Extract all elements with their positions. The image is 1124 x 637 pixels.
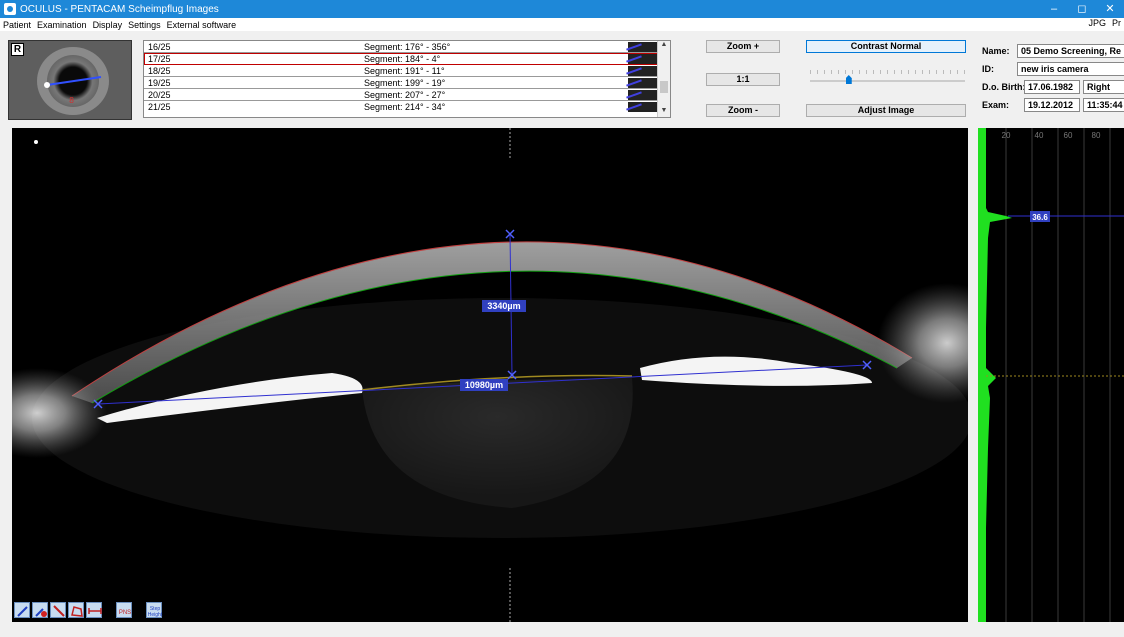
measurement-toolbar: PNS Step Height	[14, 602, 163, 618]
window-controls: – ◻ ✕	[1040, 0, 1124, 18]
polygon-tool-icon[interactable]	[68, 602, 84, 618]
line-tool-icon[interactable]	[50, 602, 66, 618]
segment-row-17[interactable]: 17/25 Segment: 184° - 4°	[144, 53, 658, 65]
menu-patient[interactable]: Patient	[0, 20, 34, 30]
exam-time-field: 11:35:44	[1083, 98, 1124, 112]
app-logo-icon	[4, 3, 16, 15]
density-tick-20: 20	[1002, 131, 1011, 140]
segment-scrollbar[interactable]: ▲ ▼	[657, 41, 670, 117]
density-tick-80: 80	[1092, 131, 1101, 140]
segment-label: Segment: 207° - 27°	[364, 89, 446, 100]
title-bar: OCULUS - PENTACAM Scheimpflug Images – ◻…	[0, 0, 1124, 18]
segment-row-20[interactable]: 20/25 Segment: 207° - 27°	[144, 89, 658, 101]
patient-name-row: Name: 05 Demo Screening, Re	[980, 43, 1124, 59]
segment-row-21[interactable]: 21/25 Segment: 214° - 34°	[144, 101, 658, 113]
menu-external-software[interactable]: External software	[164, 20, 240, 30]
menu-display[interactable]: Display	[90, 20, 126, 30]
minimize-button[interactable]: –	[1040, 0, 1068, 18]
adjust-image-button[interactable]: Adjust Image	[806, 104, 966, 117]
eye-thumbnail[interactable]: 8 R	[8, 40, 132, 120]
segment-label: Segment: 191° - 11°	[364, 65, 445, 76]
svg-text:8: 8	[69, 96, 74, 105]
name-label: Name:	[982, 46, 1010, 56]
menu-examination[interactable]: Examination	[34, 20, 90, 30]
exam-label: Exam:	[982, 100, 1010, 110]
segment-number: 21/25	[148, 102, 171, 112]
slider-ticks	[810, 70, 965, 74]
window-title: OCULUS - PENTACAM Scheimpflug Images	[20, 3, 219, 15]
segment-number: 20/25	[148, 89, 171, 100]
segment-number: 17/25	[148, 53, 171, 64]
menu-jpg[interactable]: JPG	[1085, 18, 1109, 28]
segment-number: 19/25	[148, 77, 171, 88]
menu-print[interactable]: Pr	[1109, 18, 1124, 28]
density-tick-60: 60	[1064, 131, 1073, 140]
pen-tool-icon[interactable]	[14, 602, 30, 618]
segment-row-19[interactable]: 19/25 Segment: 199° - 19°	[144, 77, 658, 89]
maximize-button[interactable]: ◻	[1068, 0, 1096, 18]
segment-label: Segment: 184° - 4°	[364, 53, 441, 64]
segment-row-18[interactable]: 18/25 Segment: 191° - 11°	[144, 65, 658, 77]
exam-row: Exam: 19.12.2012 11:35:44	[980, 97, 1124, 113]
eye-side-field: Right	[1083, 80, 1124, 94]
step-height-icon[interactable]: Step Height	[146, 602, 163, 618]
contrast-slider[interactable]	[810, 68, 965, 88]
zoom-out-button[interactable]: Zoom -	[706, 104, 780, 117]
zoom-reset-button[interactable]: 1:1	[706, 73, 780, 86]
eye-image-icon: 8	[9, 41, 131, 119]
id-label: ID:	[982, 64, 994, 74]
pns-tool-icon[interactable]: PNS	[116, 602, 132, 618]
patient-name-field: 05 Demo Screening, Re	[1017, 44, 1124, 58]
menu-settings[interactable]: Settings	[125, 20, 164, 30]
eye-side-label: R	[11, 43, 24, 56]
distance-tool-icon[interactable]	[86, 602, 102, 618]
segment-list[interactable]: 16/25 Segment: 176° - 356° 17/25 Segment…	[143, 40, 671, 118]
segment-number: 16/25	[148, 41, 171, 52]
scheimpflug-image-viewer[interactable]: 3340µm 10980µm	[12, 128, 968, 622]
close-button[interactable]: ✕	[1096, 0, 1124, 18]
svg-text:PNS: PNS	[119, 610, 131, 616]
depth-measurement: 3340µm	[487, 301, 520, 311]
segment-row-16[interactable]: 16/25 Segment: 176° - 356°	[144, 41, 658, 53]
patient-id-row: ID: new iris camera	[980, 61, 1124, 77]
segment-label: Segment: 199° - 19°	[364, 77, 446, 88]
contrast-normal-button[interactable]: Contrast Normal	[806, 40, 966, 53]
slider-track	[810, 80, 965, 82]
scroll-up-icon[interactable]: ▲	[658, 41, 670, 51]
scroll-thumb[interactable]	[660, 81, 668, 93]
patient-dob-row: D.o. Birth: 17.06.1982 Right	[980, 79, 1124, 95]
menu-bar: Patient Examination Display Settings Ext…	[0, 18, 1124, 31]
patient-info-panel: Name: 05 Demo Screening, Re ID: new iris…	[980, 40, 1124, 120]
density-profile-panel: 20 40 60 80 36.6	[978, 128, 1124, 622]
patient-id-field: new iris camera	[1017, 62, 1124, 76]
delete-tool-icon[interactable]	[32, 602, 48, 618]
status-bar	[0, 624, 1124, 637]
patient-dob-field: 17.06.1982	[1024, 80, 1080, 94]
dob-label: D.o. Birth:	[982, 82, 1026, 92]
scheimpflug-image: 3340µm 10980µm	[12, 128, 968, 622]
width-measurement: 10980µm	[465, 380, 503, 390]
slider-handle[interactable]	[845, 75, 852, 84]
zoom-in-button[interactable]: Zoom +	[706, 40, 780, 53]
segment-label: Segment: 214° - 34°	[364, 102, 446, 112]
scroll-down-icon[interactable]: ▼	[658, 107, 670, 117]
density-peak-value: 36.6	[1032, 213, 1048, 222]
exam-date-field: 19.12.2012	[1024, 98, 1080, 112]
svg-text:Height: Height	[148, 612, 163, 618]
density-tick-40: 40	[1035, 131, 1044, 140]
segment-number: 18/25	[148, 65, 171, 76]
density-profile: 20 40 60 80 36.6	[978, 128, 1124, 622]
segment-label: Segment: 176° - 356°	[364, 41, 451, 52]
